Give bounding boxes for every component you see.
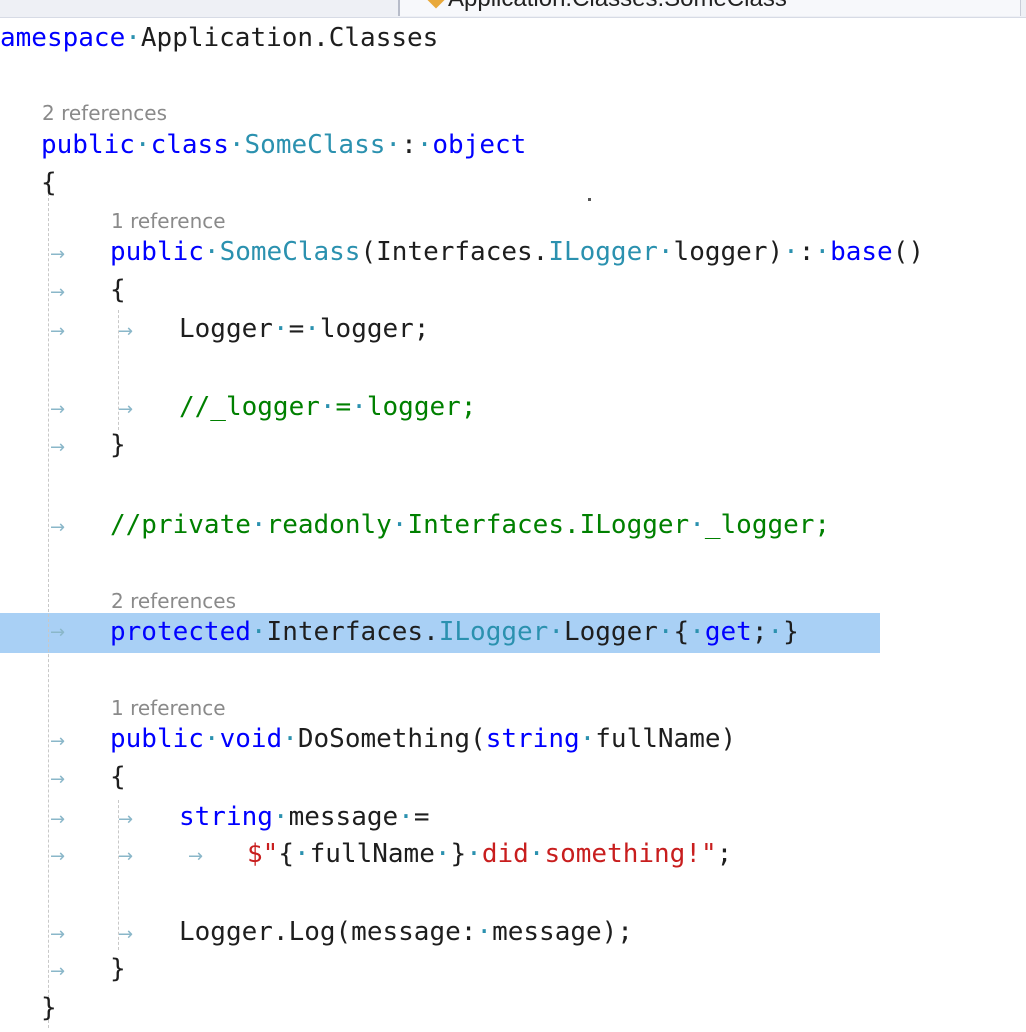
tab-arrow-icon: →: [50, 769, 66, 790]
tab-arrow-icon: →: [50, 924, 66, 945]
tab-arrow-icon: →: [50, 622, 66, 643]
code-line[interactable]: {: [110, 760, 126, 794]
code-line[interactable]: }: [41, 991, 57, 1025]
tab-arrow-icon: →: [50, 282, 66, 303]
tab-arrow-icon: →: [50, 517, 66, 538]
code-line[interactable]: Logger.Log(message:·message);: [179, 915, 633, 949]
tab-arrow-icon: →: [50, 437, 66, 458]
tab-arrow-icon: →: [50, 809, 66, 830]
code-line[interactable]: public·class·SomeClass·:·object: [41, 128, 526, 162]
tab-arrow-icon: →: [118, 809, 134, 830]
codelens-references[interactable]: 1 reference: [111, 696, 226, 720]
tab-arrow-icon: →: [118, 321, 134, 342]
tab-arrow-icon: →: [118, 399, 134, 420]
code-line[interactable]: {: [110, 273, 126, 307]
indent-guide: [48, 178, 49, 1028]
code-line[interactable]: //private·readonly·Interfaces.ILogger·_l…: [110, 508, 830, 542]
tab-arrow-icon: →: [50, 961, 66, 982]
tab-arrow-icon: →: [50, 399, 66, 420]
code-line[interactable]: public·SomeClass(Interfaces.ILogger·logg…: [110, 235, 924, 269]
code-line[interactable]: //_logger·=·logger;: [179, 390, 476, 424]
tab-arrow-icon: →: [118, 924, 134, 945]
tab-arrow-icon: →: [50, 321, 66, 342]
tab-arrow-icon: →: [50, 846, 66, 867]
code-line[interactable]: $"{·fullName·}·did·something!";: [247, 837, 732, 871]
code-line[interactable]: {: [41, 166, 57, 200]
code-editor[interactable]: amespace·Application.Classes 2 reference…: [0, 0, 1026, 1032]
tab-arrow-icon: →: [50, 244, 66, 265]
code-line-selected[interactable]: protected·Interfaces.ILogger·Logger·{·ge…: [110, 615, 799, 649]
stray-pixel-mark: [588, 198, 591, 201]
code-line[interactable]: }: [110, 952, 126, 986]
code-line[interactable]: string·message·=: [179, 800, 429, 834]
code-line[interactable]: Logger·=·logger;: [179, 312, 429, 346]
codelens-references[interactable]: 1 reference: [111, 209, 226, 233]
code-line[interactable]: public·void·DoSomething(string·fullName): [110, 722, 736, 756]
tab-arrow-icon: →: [188, 846, 204, 867]
tab-arrow-icon: →: [50, 731, 66, 752]
tab-arrow-icon: →: [118, 846, 134, 867]
codelens-references[interactable]: 2 references: [42, 101, 167, 125]
codelens-references[interactable]: 2 references: [111, 589, 236, 613]
code-line[interactable]: amespace·Application.Classes: [0, 21, 438, 55]
code-line[interactable]: }: [110, 428, 126, 462]
